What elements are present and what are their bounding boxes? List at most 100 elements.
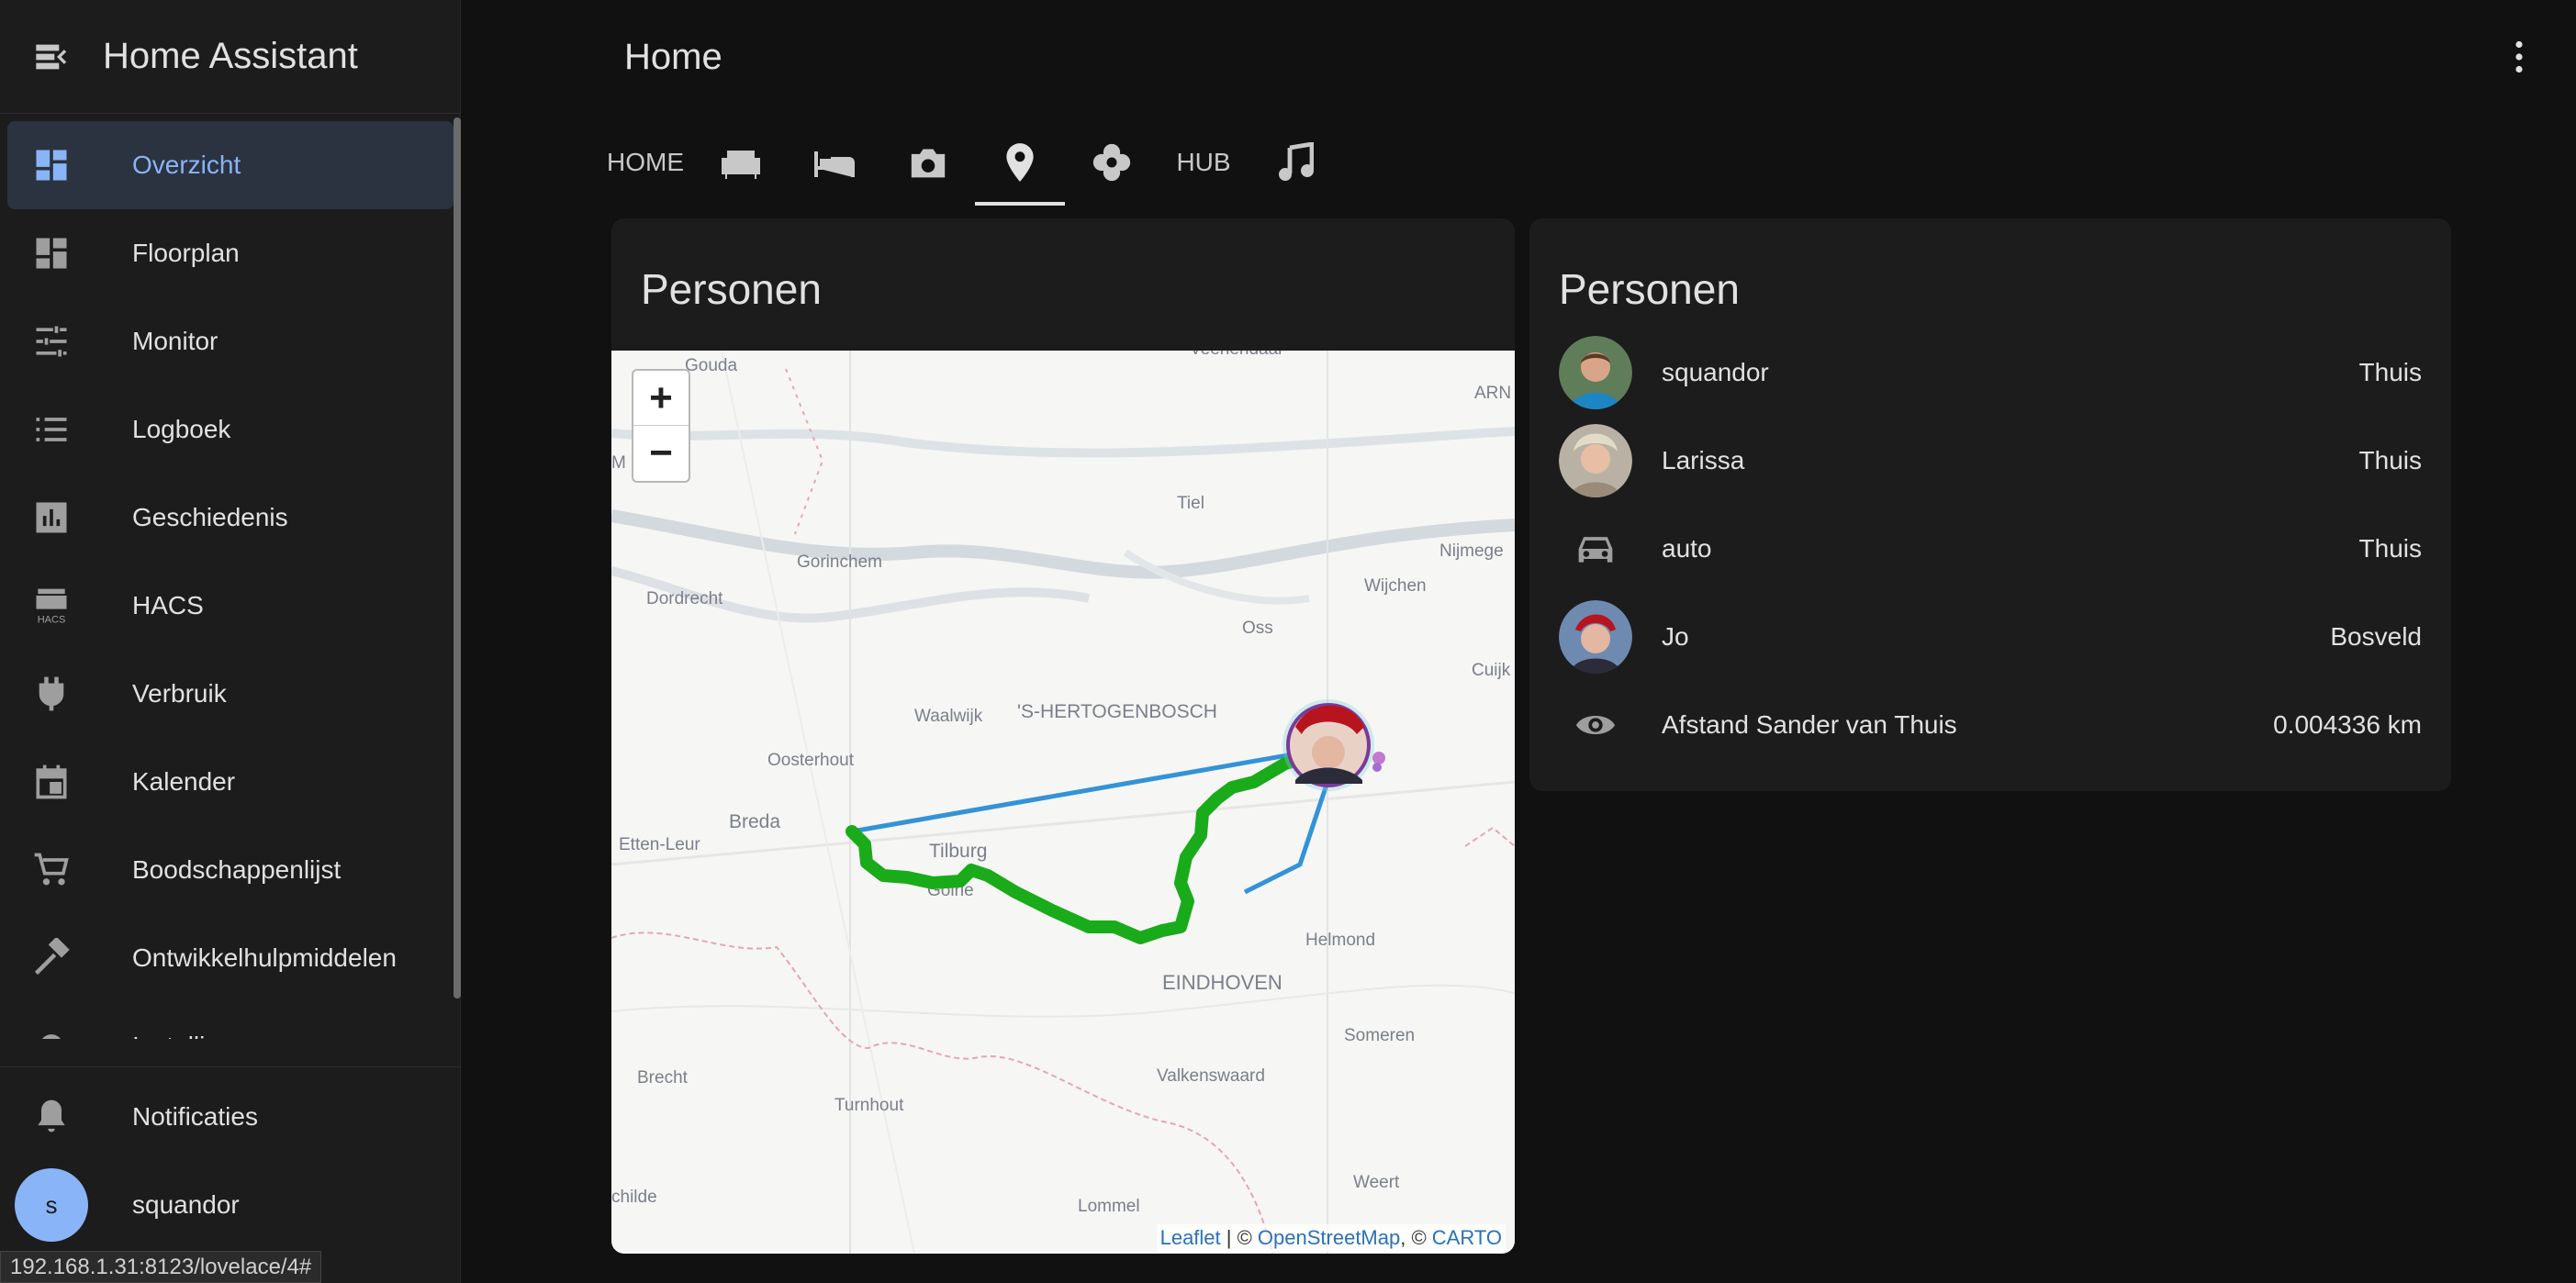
map-canvas[interactable]: Gouda Veenendaal ARN M Tiel Nijmege Gori… [611,351,1515,1254]
place-label: Tiel [1177,494,1204,513]
sidebar-item-label: Kalender [132,767,236,796]
tune-icon [7,321,95,362]
entity-state: 0.004336 km [2273,710,2422,739]
hacs-icon: HACS [7,586,95,626]
place-label: Lommel [1078,1197,1140,1216]
sidebar-item-monitor[interactable]: Monitor [7,297,454,385]
car-icon [1559,512,1632,586]
page-title: Home [624,36,722,77]
place-label: Gorinchem [797,552,882,572]
zoom-in-button[interactable]: + [633,371,689,426]
avatar: s [15,1168,88,1242]
entity-name: squandor [1662,358,1769,386]
entities-card: Personen squandor Thuis Larissa Thuis au… [1529,218,2451,791]
tab-label: HUB [1176,148,1231,176]
map-marker-icon [1006,143,1034,182]
overflow-menu-button[interactable] [2501,39,2537,75]
place-label: Turnhout [834,1096,904,1115]
sidebar-item-overzicht[interactable]: Overzicht [7,121,454,209]
sidebar-item-verbruik[interactable]: Verbruik [7,650,454,738]
place-label: Someren [1344,1026,1415,1045]
tab-garden[interactable] [1065,119,1159,206]
place-label: Weert [1353,1173,1400,1192]
entity-state: Thuis [2358,534,2422,563]
sidebar-item-label: HACS [132,591,204,619]
map-card: Personen Gouda Veenendaal ARN M [611,218,1515,1254]
sidebar-item-label: Ontwikkelhulpmiddelen [132,943,397,972]
map-zoom-control: + − [632,369,690,483]
person-photo [1559,336,1632,409]
avatar-wrap: s [7,1168,95,1242]
place-label: EINDHOVEN [1162,971,1282,994]
osm-link[interactable]: OpenStreetMap [1258,1226,1400,1249]
entity-name: Jo [1662,622,1689,651]
sofa-icon [722,151,760,179]
place-label: Helmond [1305,931,1375,950]
sidebar-item-floorplan[interactable]: Floorplan [7,209,454,297]
sidebar-scrollbar[interactable] [454,117,461,999]
sidebar-item-profile[interactable]: s squandor [7,1161,454,1249]
map[interactable]: Gouda Veenendaal ARN M Tiel Nijmege Gori… [611,351,1515,1254]
top-app-bar: Home [461,0,2576,114]
entity-state: Thuis [2358,446,2422,474]
bell-icon [7,1097,95,1137]
leaflet-link[interactable]: Leaflet [1160,1226,1221,1249]
calendar-icon [7,762,95,802]
music-note-icon [1279,142,1314,181]
svg-text:HACS: HACS [38,614,66,625]
entity-row[interactable]: Afstand Sander van Thuis 0.004336 km [1529,681,2451,769]
entity-name: Larissa [1662,446,1745,474]
entity-row[interactable]: Larissa Thuis [1529,417,2451,505]
tab-map[interactable] [975,119,1065,206]
camera-icon [911,149,946,178]
sidebar-item-ontwikkelhulpmiddelen[interactable]: Ontwikkelhulpmiddelen [7,914,454,1002]
tab-bedroom[interactable] [788,119,881,206]
place-label: Gouda [685,356,737,375]
sidebar-item-hacs[interactable]: HACS HACS [7,562,454,650]
tab-living[interactable] [694,119,788,206]
sidebar-item-kalender[interactable]: Kalender [7,738,454,826]
view-tabs: HOME HUB [597,119,1342,206]
entity-row[interactable]: squandor Thuis [1529,329,2451,417]
sidebar-item-label: Geschiedenis [132,503,288,531]
entity-row[interactable]: Jo Bosveld [1529,593,2451,681]
sidebar-item-label: Floorplan [132,239,240,267]
sidebar-item-boodschappenlijst[interactable]: Boodschappenlijst [7,826,454,914]
zoom-out-button[interactable]: − [633,426,689,481]
tab-home[interactable]: HOME [597,119,694,206]
entities-card-title: Personen [1559,265,1740,313]
tab-hub[interactable]: HUB [1159,119,1249,206]
menu-collapse-button[interactable] [0,0,103,114]
sidebar-item-label: Overzicht [132,151,241,179]
carto-link[interactable]: CARTO [1432,1226,1502,1249]
tab-label: HOME [607,148,684,176]
place-label: Dordrecht [646,589,723,608]
eye-icon [1559,688,1632,762]
sidebar-item-instellingen[interactable]: Instellingen [7,1002,454,1039]
entity-row[interactable]: auto Thuis [1529,505,2451,593]
tab-camera[interactable] [881,119,975,206]
sidebar-item-label: Instellingen [132,1032,263,1039]
sidebar-item-label: Notificaties [132,1102,258,1131]
sidebar-item-label: Verbruik [132,679,227,708]
place-label: Breda [729,811,780,832]
attribution-sep: , © [1400,1226,1432,1249]
sidebar-item-label: Monitor [132,327,218,355]
sidebar: Home Assistant Overzicht Floorplan Monit… [0,0,461,1283]
sidebar-bottom: Notificaties s squandor [0,1066,461,1249]
app-title: Home Assistant [103,36,358,76]
sidebar-item-logboek[interactable]: Logboek [7,385,454,474]
menu-open-icon [36,44,67,69]
plug-icon [7,674,95,714]
dashboard-icon [7,145,95,185]
sidebar-item-notificaties[interactable]: Notificaties [7,1073,454,1161]
sidebar-nav: Overzicht Floorplan Monitor Logboek Gesc… [0,121,461,1039]
status-bar-url: 192.168.1.31:8123/lovelace/4# [0,1251,322,1283]
place-label: Nijmege [1439,541,1504,561]
entity-state: Thuis [2358,358,2422,386]
tab-music[interactable] [1249,119,1342,206]
sidebar-item-geschiedenis[interactable]: Geschiedenis [7,474,454,562]
place-label: 'S-HERTOGENBOSCH [1017,701,1217,722]
place-label: childe [611,1188,657,1207]
list-icon [7,409,95,450]
